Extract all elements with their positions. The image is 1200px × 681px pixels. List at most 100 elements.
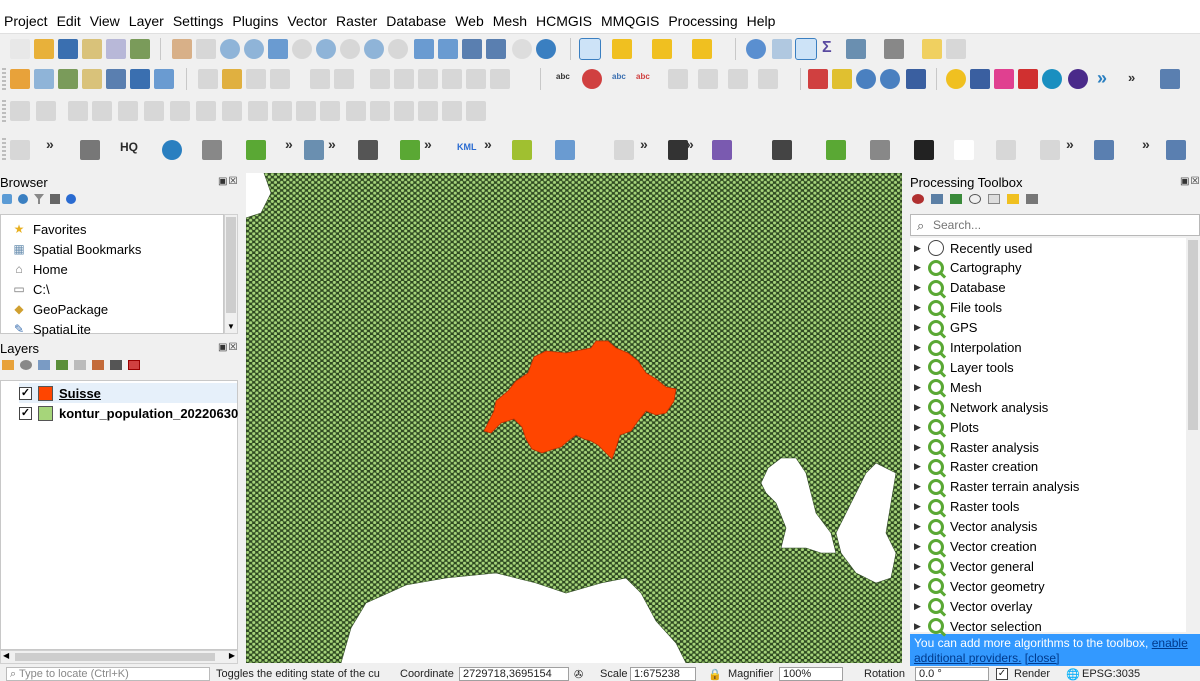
scrollbar-thumb[interactable] — [226, 217, 236, 313]
new-3d-map-icon[interactable] — [438, 39, 458, 59]
toolbox-group[interactable]: ▶ Vector geometry — [914, 576, 1045, 596]
arrow-right-icon[interactable]: » — [1097, 68, 1107, 89]
lightning-icon[interactable] — [512, 140, 532, 160]
rotate-feature-icon[interactable] — [466, 101, 486, 121]
batch-icon[interactable] — [950, 194, 962, 204]
toolbar-grip[interactable] — [2, 68, 6, 90]
help-icon[interactable] — [1160, 69, 1180, 89]
map-tips-icon[interactable] — [922, 39, 942, 59]
toolbox-group[interactable]: ▶ File tools — [914, 298, 1002, 318]
toolbox-float-close-icon[interactable]: ▣☒ — [1180, 176, 1200, 187]
search-input[interactable] — [933, 217, 1193, 233]
expand-all-icon[interactable] — [92, 360, 104, 370]
merge-attributes-icon[interactable] — [296, 101, 316, 121]
delete-selected-icon[interactable] — [370, 69, 390, 89]
layer-visibility-checkbox[interactable]: ✓ — [19, 386, 32, 400]
scroll-down-arrow-icon[interactable]: ▼ — [227, 322, 235, 331]
browser-item[interactable]: ★ Favorites — [11, 219, 87, 239]
menu-vector[interactable]: Vector — [287, 13, 327, 29]
browser-item[interactable]: ▦ Spatial Bookmarks — [11, 239, 141, 259]
history-icon[interactable] — [969, 194, 981, 204]
measure-icon[interactable] — [614, 140, 634, 160]
calendar-icon[interactable] — [304, 140, 324, 160]
menu-project[interactable]: Project — [4, 13, 48, 29]
toolbox-group[interactable]: ▶ Layer tools — [914, 357, 1014, 377]
layer-item[interactable]: ✓ kontur_population_20220630 — [19, 403, 238, 423]
browser-float-close-icon[interactable]: ▣☒ — [218, 176, 238, 187]
scale-feature-icon[interactable] — [442, 101, 462, 121]
collapse-all-layers-icon[interactable] — [110, 360, 122, 370]
expand-arrow-icon[interactable]: ▶ — [914, 302, 928, 313]
toolbox-scrollbar[interactable] — [1186, 238, 1200, 632]
layer-symbol-swatch[interactable] — [38, 385, 53, 401]
advanced-digitizing-icon[interactable] — [10, 101, 30, 121]
field-calculator-icon[interactable] — [846, 39, 866, 59]
plugin-manager-icon[interactable] — [970, 69, 990, 89]
profile-icon[interactable] — [712, 140, 732, 160]
open-layer-styling-icon[interactable] — [2, 360, 14, 370]
toolbox-group[interactable]: ▶ Vector creation — [914, 537, 1037, 557]
offset-curve-icon[interactable] — [196, 101, 216, 121]
browser-item[interactable]: ✎ SpatiaLite — [11, 319, 91, 339]
style-manager-icon[interactable] — [130, 39, 150, 59]
equals-icon[interactable] — [668, 140, 688, 160]
attribute-table-icon[interactable] — [772, 39, 792, 59]
add-vector-layer-icon[interactable] — [10, 69, 30, 89]
merge-features-icon[interactable] — [272, 101, 292, 121]
warning-icon[interactable] — [832, 69, 852, 89]
refresh-icon[interactable] — [18, 194, 28, 204]
expand-arrow-icon[interactable]: ▶ — [914, 481, 928, 492]
toolbox-group[interactable]: ▶ Vector selection — [914, 616, 1042, 636]
toolbox-group[interactable]: ▶ Interpolation — [914, 338, 1022, 358]
layers-stack-icon[interactable] — [358, 140, 378, 160]
manage-map-themes-icon[interactable] — [38, 360, 50, 370]
menu-plugins[interactable]: Plugins — [232, 13, 278, 29]
render-checkbox[interactable]: ✓ — [996, 668, 1008, 680]
menu-edit[interactable]: Edit — [57, 13, 81, 29]
annotation-icon[interactable] — [946, 39, 966, 59]
diagram-icon[interactable] — [582, 69, 602, 89]
tool-grey-1-icon[interactable] — [996, 140, 1016, 160]
toolbox-group[interactable]: ▶ Network analysis — [914, 397, 1048, 417]
frame-icon[interactable] — [954, 140, 974, 160]
locator-bar[interactable]: ⌕ Type to locate (Ctrl+K) — [6, 667, 210, 681]
expand-arrow-icon[interactable]: ▶ — [914, 362, 928, 373]
scroll-left-arrow-icon[interactable]: ◀ — [3, 651, 9, 660]
menu-view[interactable]: View — [90, 13, 120, 29]
add-spatialite-icon[interactable] — [82, 69, 102, 89]
expand-arrow-icon[interactable]: ▶ — [914, 402, 928, 413]
crs-label[interactable]: EPSG:3035 — [1082, 668, 1140, 680]
toolbox-group[interactable]: ▶ Database — [914, 278, 1006, 298]
save-edits-icon[interactable] — [246, 69, 266, 89]
text-format-icon[interactable] — [1094, 140, 1114, 160]
menu-settings[interactable]: Settings — [173, 13, 224, 29]
statistical-summary-icon[interactable]: Σ — [822, 39, 832, 57]
toolbox-group[interactable]: ▶ Plots — [914, 417, 979, 437]
add-virtual-layer-icon[interactable] — [154, 69, 174, 89]
layers-float-close-icon[interactable]: ▣☒ — [218, 342, 238, 353]
zoom-out-icon[interactable] — [244, 39, 264, 59]
new-bookmark-icon[interactable] — [462, 39, 482, 59]
expand-arrow-icon[interactable]: ▶ — [914, 601, 928, 612]
toolbox-group[interactable]: ▶ Cartography — [914, 258, 1022, 278]
toolbar-overflow-1-icon[interactable]: » — [46, 136, 54, 152]
inspector-icon[interactable] — [1068, 69, 1088, 89]
collapse-all-icon[interactable] — [50, 194, 60, 204]
toolbar-overflow-5-icon[interactable]: » — [484, 136, 492, 152]
menu-mmqgis[interactable]: MMQGIS — [601, 13, 659, 29]
close-info-link[interactable]: [close] — [1025, 651, 1060, 665]
layout-manager-icon[interactable] — [106, 39, 126, 59]
show-hide-labels-icon[interactable] — [668, 69, 688, 89]
new-print-layout-icon[interactable] — [82, 39, 102, 59]
plugin-tool-icon[interactable] — [1166, 140, 1186, 160]
mesh-digitize-icon[interactable] — [808, 69, 828, 89]
open-project-icon[interactable] — [34, 39, 54, 59]
shape-digitize-icon[interactable] — [10, 140, 30, 160]
toolbar-grip[interactable] — [2, 138, 6, 160]
split-parts-icon[interactable] — [248, 101, 268, 121]
zoom-full-icon[interactable] — [268, 39, 288, 59]
show-bookmarks-icon[interactable] — [486, 39, 506, 59]
pin-labels-icon[interactable]: abc — [636, 72, 650, 81]
pan-to-selection-icon[interactable] — [196, 39, 216, 59]
label-toolbar-icon[interactable]: abc — [556, 72, 570, 81]
